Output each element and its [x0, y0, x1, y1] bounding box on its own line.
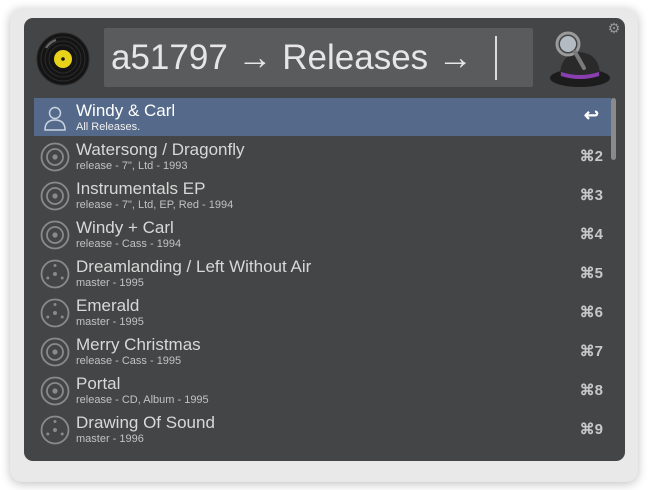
release-disc-icon [40, 337, 70, 367]
master-disc-icon [40, 259, 70, 289]
result-subtitle: master - 1995 [76, 316, 144, 328]
result-subtitle: release - Cass - 1994 [76, 238, 182, 250]
release-disc-icon [40, 181, 70, 211]
result-title: Instrumentals EP [76, 179, 206, 198]
result-row[interactable]: Watersong / Dragonfly release - 7", Ltd -… [34, 137, 611, 176]
command-shortcut: ⌘5 [579, 265, 603, 282]
result-title: Windy + Carl [76, 218, 174, 237]
result-row[interactable]: Dreamlanding / Left Without Air master - … [34, 254, 611, 293]
alfred-window: ⚙ a51797 → Releases → Windy & Carl All Re… [24, 18, 625, 461]
result-title: Watersong / Dragonfly [76, 140, 245, 159]
search-input[interactable]: a51797 → Releases → [104, 28, 533, 87]
result-subtitle: release - CD, Album - 1995 [76, 394, 209, 406]
result-row[interactable]: Windy + Carl release - Cass - 1994 ⌘4 [34, 215, 611, 254]
release-disc-icon [40, 220, 70, 250]
vinyl-record-icon [36, 32, 90, 86]
search-query: a51797 → Releases → [111, 37, 473, 77]
result-title: Drawing Of Sound [76, 413, 215, 432]
alfred-hat-icon [550, 31, 610, 87]
result-title: Dreamlanding / Left Without Air [76, 257, 312, 276]
user-icon [40, 103, 70, 133]
result-row[interactable]: Merry Christmas release - Cass - 1995 ⌘7 [34, 332, 611, 371]
scrollbar[interactable] [611, 98, 616, 160]
results-list: Windy & Carl All Releases. ↩ Watersong / Dr… [34, 98, 611, 456]
release-disc-icon [40, 142, 70, 172]
command-shortcut: ⌘7 [579, 343, 603, 360]
result-title: Emerald [76, 296, 140, 315]
return-key-shortcut: ↩ [583, 105, 599, 125]
command-shortcut: ⌘9 [579, 421, 603, 438]
command-shortcut: ⌘2 [579, 148, 603, 165]
text-caret [494, 35, 497, 80]
result-row[interactable]: Windy & Carl All Releases. ↩ [34, 98, 611, 136]
result-title: Windy & Carl [76, 101, 176, 120]
command-shortcut: ⌘4 [579, 226, 603, 243]
result-subtitle: release - 7", Ltd - 1993 [76, 160, 188, 172]
result-subtitle: release - 7", Ltd, EP, Red - 1994 [76, 199, 234, 211]
result-row[interactable]: Drawing Of Sound master - 1996 ⌘9 [34, 410, 611, 449]
command-shortcut: ⌘3 [579, 187, 603, 204]
result-subtitle: master - 1996 [76, 433, 144, 445]
result-subtitle: release - Cass - 1995 [76, 355, 182, 367]
result-subtitle: master - 1995 [76, 277, 144, 289]
result-row[interactable]: Instrumentals EP release - 7", Ltd, EP, R… [34, 176, 611, 215]
release-disc-icon [40, 376, 70, 406]
master-disc-icon [40, 298, 70, 328]
master-disc-icon [40, 415, 70, 445]
command-shortcut: ⌘8 [579, 382, 603, 399]
result-row[interactable]: Emerald master - 1995 ⌘6 [34, 293, 611, 332]
result-subtitle: All Releases. [76, 121, 141, 133]
command-shortcut: ⌘6 [579, 304, 603, 321]
result-title: Portal [76, 374, 121, 393]
result-title: Merry Christmas [76, 335, 201, 354]
result-row[interactable]: Portal release - CD, Album - 1995 ⌘8 [34, 371, 611, 410]
